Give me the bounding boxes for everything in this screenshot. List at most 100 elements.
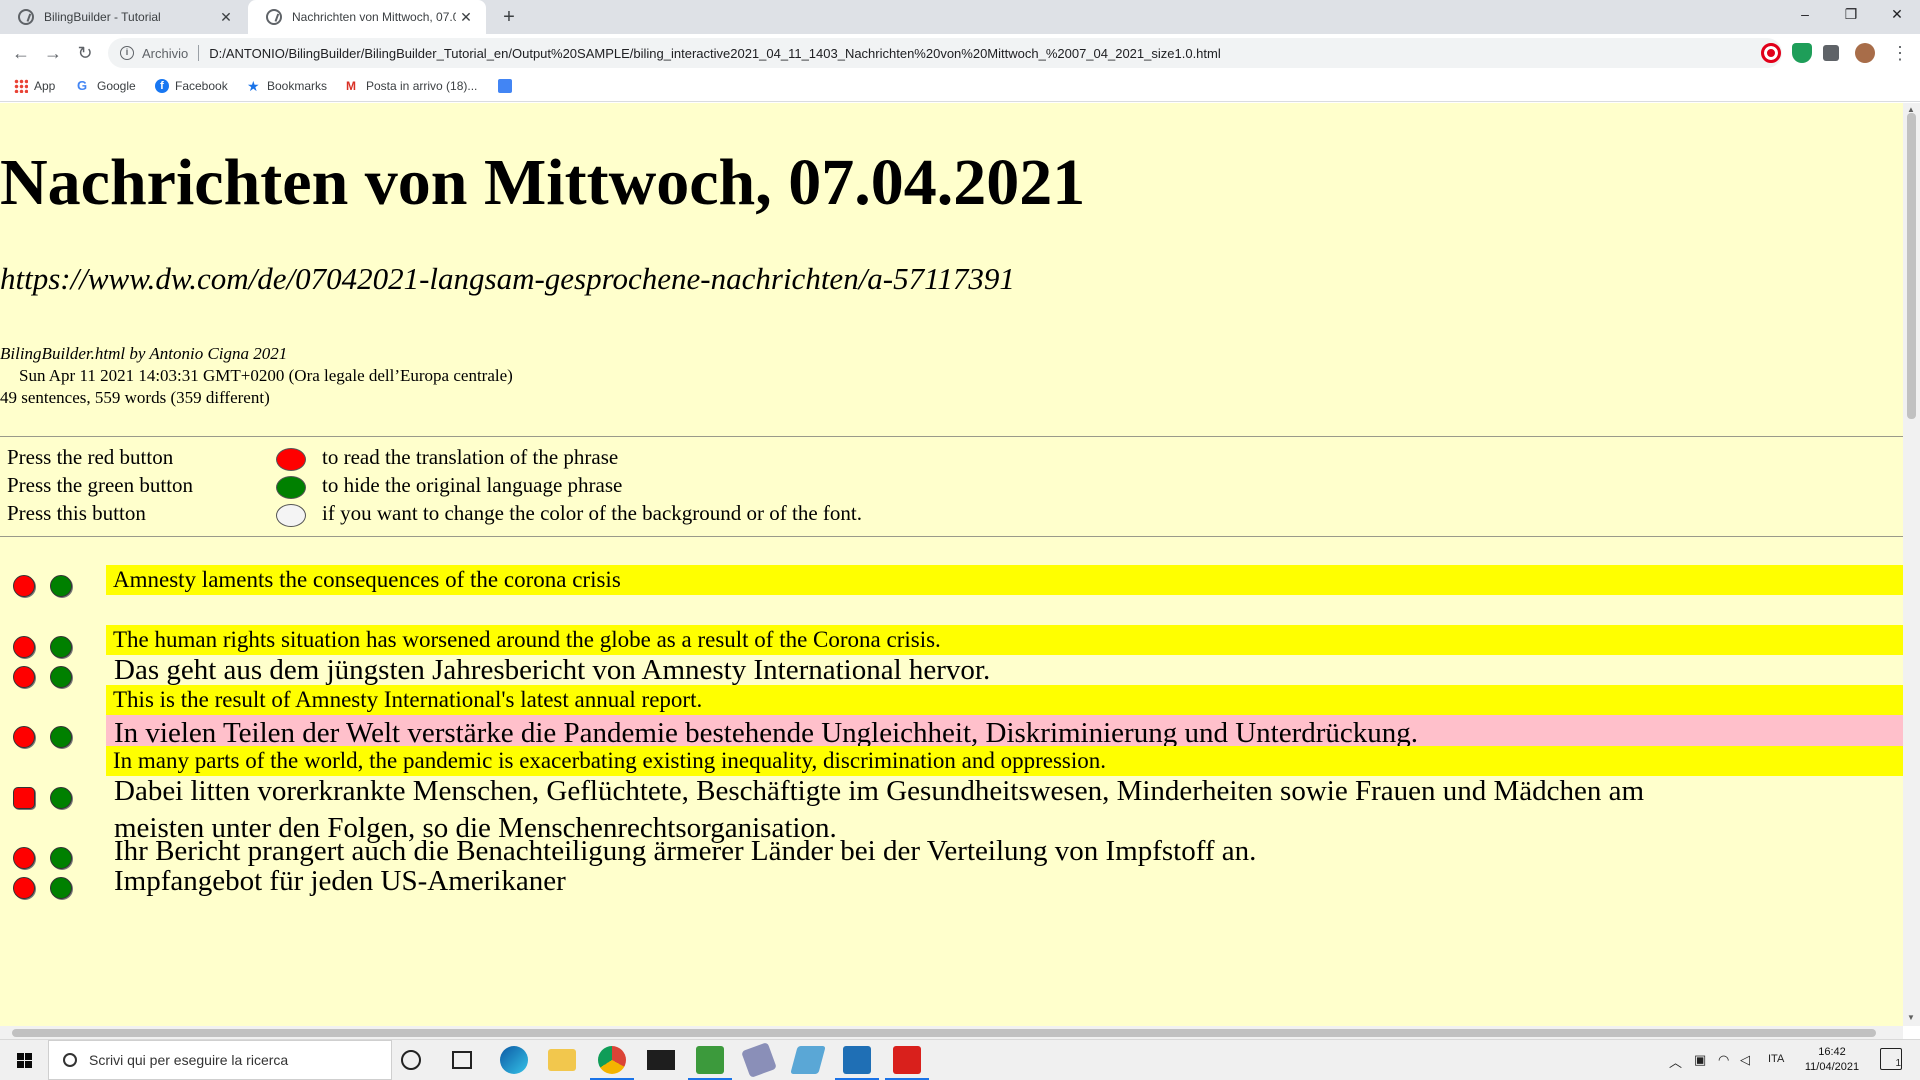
menu-kebab-icon[interactable]: ⋮ — [1887, 40, 1913, 66]
bookmarks-bar: App G Google f Facebook ★ Bookmarks M Po… — [0, 72, 1920, 102]
bookmark-label: Google — [97, 79, 136, 93]
reload-button[interactable]: ↻ — [72, 40, 98, 66]
hide-original-button[interactable] — [50, 877, 72, 899]
clock-date: 11/04/2021 — [1804, 1061, 1860, 1073]
translate-button[interactable] — [13, 726, 35, 748]
tab-title: Nachrichten von Mittwoch, 07.04 — [292, 10, 456, 24]
clock[interactable]: 16:42 11/04/2021 — [1800, 1045, 1864, 1075]
scrollbar-thumb[interactable] — [1907, 113, 1916, 419]
instruction-label: Press the green button — [7, 473, 194, 497]
tab-strip: BilingBuilder - Tutorial ✕ Nachrichten v… — [0, 0, 1920, 34]
shield-extension-icon[interactable] — [1792, 43, 1812, 63]
close-tab-icon[interactable]: ✕ — [216, 9, 236, 26]
editor-app-icon[interactable] — [790, 1046, 826, 1074]
cortana-icon[interactable] — [401, 1050, 421, 1070]
translation-line: The human rights situation has worsened … — [106, 625, 1903, 655]
chrome-icon[interactable] — [590, 1046, 634, 1080]
vertical-scrollbar[interactable]: ▲ ▼ — [1903, 103, 1920, 1026]
notification-count: 1 — [1895, 1058, 1901, 1069]
language-indicator[interactable]: ITA — [1768, 1053, 1784, 1065]
bookmark-label: App — [34, 79, 56, 93]
instruction-text: to hide the original language phrase — [322, 473, 623, 497]
original-sentence: Das geht aus dem jüngsten Jahresbericht … — [114, 654, 991, 686]
puzzle-icon[interactable] — [1823, 45, 1839, 61]
windows-logo-icon — [17, 1053, 32, 1068]
bookmark-label: Bookmarks — [267, 79, 328, 93]
tab-title: BilingBuilder - Tutorial — [44, 10, 161, 24]
hide-original-button[interactable] — [50, 575, 72, 597]
taskbar: Scrivi qui per eseguire la ricerca ︿ ▣ ◠… — [0, 1039, 1920, 1080]
bookmark-app[interactable]: App — [14, 79, 55, 93]
generation-date: Sun Apr 11 2021 14:03:31 GMT+0200 (Ora l… — [19, 366, 513, 385]
tab-bilingbuilder-tutorial[interactable]: BilingBuilder - Tutorial ✕ — [0, 0, 246, 34]
sentence-controls — [13, 726, 83, 750]
opera-vpn-icon[interactable] — [1761, 43, 1781, 63]
chevron-up-icon[interactable]: ︿ — [1669, 1052, 1682, 1071]
scroll-down-arrow[interactable]: ▼ — [1907, 1013, 1915, 1022]
hide-original-button[interactable] — [50, 787, 72, 809]
globe-icon — [18, 9, 34, 25]
translate-button[interactable] — [13, 575, 35, 597]
sentence-controls — [13, 877, 83, 901]
hide-original-button[interactable] — [50, 847, 72, 869]
green-button-sample[interactable] — [276, 476, 306, 499]
wifi-icon[interactable]: ◠ — [1718, 1052, 1729, 1068]
acrobat-icon[interactable] — [885, 1046, 929, 1080]
tab-nachrichten[interactable]: Nachrichten von Mittwoch, 07.04 ✕ — [248, 0, 486, 34]
close-window-button[interactable]: ✕ — [1874, 0, 1920, 30]
taskbar-search[interactable]: Scrivi qui per eseguire la ricerca — [48, 1040, 392, 1080]
back-button[interactable]: ← — [8, 40, 34, 66]
translate-button[interactable] — [13, 877, 35, 899]
sentence-controls — [13, 636, 83, 660]
url-text[interactable]: D:/ANTONIO/BilingBuilder/BilingBuilder_T… — [209, 46, 1752, 61]
avatar[interactable] — [1855, 43, 1875, 63]
bookmark-facebook[interactable]: f Facebook — [155, 79, 228, 93]
bookmark-label: Facebook — [175, 79, 228, 93]
search-placeholder: Scrivi qui per eseguire la ricerca — [89, 1052, 289, 1068]
translation-line: Amnesty laments the consequences of the … — [106, 565, 1903, 595]
sentence-controls — [13, 575, 83, 599]
notepad-plus-icon[interactable] — [688, 1046, 732, 1080]
forward-button[interactable]: → — [40, 40, 66, 66]
file-explorer-icon[interactable] — [548, 1049, 576, 1071]
scrollbar-thumb[interactable] — [12, 1029, 1876, 1037]
minimize-button[interactable]: – — [1782, 0, 1828, 30]
instruction-label: Press this button — [7, 501, 146, 525]
original-sentence: Impfangebot für jeden US-Amerikaner — [114, 865, 566, 897]
sentence-controls — [13, 787, 83, 811]
start-button[interactable] — [0, 1040, 48, 1080]
divider — [0, 436, 1903, 437]
hide-original-button[interactable] — [50, 666, 72, 688]
restore-button[interactable]: ❐ — [1828, 0, 1874, 30]
translate-button[interactable] — [13, 787, 35, 809]
address-bar[interactable]: i Archivio D:/ANTONIO/BilingBuilder/Bili… — [108, 38, 1782, 68]
original-sentence: Dabei litten vorerkrankte Menschen, Gefl… — [114, 775, 1645, 807]
edge-icon[interactable] — [500, 1046, 528, 1074]
speaker-icon[interactable]: ◁ — [1740, 1052, 1750, 1068]
bookmark-gmail[interactable]: M Posta in arrivo (18)... — [346, 79, 477, 93]
red-button-sample[interactable] — [276, 448, 306, 471]
translate-button[interactable] — [13, 847, 35, 869]
hide-original-button[interactable] — [50, 636, 72, 658]
hide-original-button[interactable] — [50, 726, 72, 748]
close-tab-icon[interactable]: ✕ — [456, 9, 476, 26]
bookmark-bookmarks[interactable]: ★ Bookmarks — [247, 79, 327, 93]
horizontal-scrollbar[interactable] — [0, 1026, 1903, 1039]
task-view-icon[interactable] — [452, 1051, 472, 1069]
color-settings-button[interactable] — [276, 504, 306, 527]
meet-now-icon[interactable]: ▣ — [1694, 1052, 1706, 1068]
page-meta: BilingBuilder.html by Antonio Cigna 2021… — [0, 343, 513, 409]
instruction-text: if you want to change the color of the b… — [322, 501, 863, 525]
info-icon[interactable]: i — [120, 46, 134, 60]
translate-button[interactable] — [13, 636, 35, 658]
bookmark-translate[interactable] — [498, 79, 518, 93]
bookmark-google[interactable]: G Google — [77, 79, 136, 94]
tools-app-icon[interactable] — [741, 1042, 777, 1078]
notification-center-icon[interactable]: 1 — [1880, 1048, 1902, 1070]
translate-button[interactable] — [13, 666, 35, 688]
facebook-icon: f — [155, 79, 169, 93]
new-tab-button[interactable]: + — [496, 4, 522, 30]
photos-icon[interactable] — [835, 1046, 879, 1080]
terminal-icon[interactable] — [647, 1050, 675, 1070]
stats-line: 49 sentences, 559 words (359 different) — [0, 388, 270, 407]
